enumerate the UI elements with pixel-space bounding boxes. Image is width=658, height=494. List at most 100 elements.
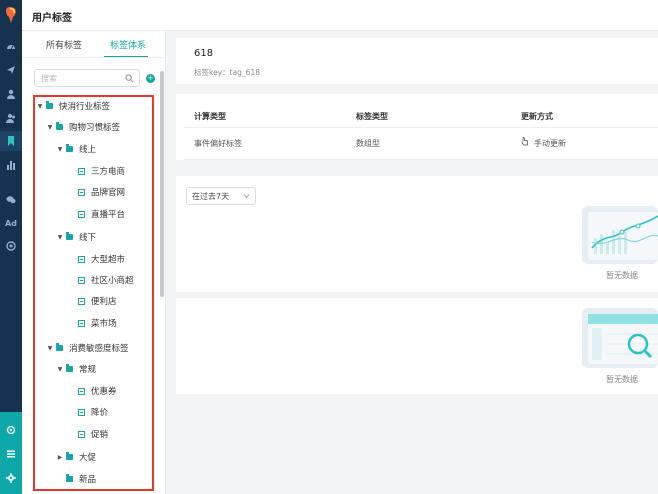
tag-icon <box>78 430 85 438</box>
folder-icon <box>66 232 73 240</box>
tree-node-folder[interactable]: ▶ 大促 <box>56 450 96 464</box>
tab-all-tags[interactable]: 所有标签 <box>46 38 82 51</box>
time-range-select[interactable]: 在过去7天 <box>186 187 256 205</box>
table-cell: 手动更新 <box>534 139 566 148</box>
tree-node-label: 新品 <box>79 475 97 485</box>
tree-node-label: 直播平台 <box>91 210 126 220</box>
gear-icon[interactable] <box>0 468 22 488</box>
tag-icon <box>78 188 85 196</box>
search-icon[interactable] <box>125 74 134 83</box>
rail-bottom-section <box>0 412 22 494</box>
tree-node-folder[interactable]: ▼ 线下 <box>56 230 96 244</box>
user-icon[interactable] <box>0 84 22 104</box>
folder-icon <box>66 452 73 460</box>
menu-icon[interactable] <box>0 444 22 464</box>
tree-scrollbar[interactable] <box>160 71 164 297</box>
table-cell: 事件偏好标签 <box>194 139 242 148</box>
logo-icon[interactable] <box>4 6 18 24</box>
expand-caret-icon[interactable]: ▼ <box>46 124 54 131</box>
tree-node-tag[interactable]: 直播平台 <box>76 207 125 221</box>
tree-node-label: 优惠券 <box>91 387 117 397</box>
tag-search-box[interactable] <box>34 69 140 87</box>
tag-key: 标签key：tag_618 <box>194 68 260 77</box>
tag-name: 618 <box>194 48 214 59</box>
tree-node-tag[interactable]: 品牌官网 <box>76 185 125 199</box>
trend-chart-card: 在过去7天 暂无数据 <box>176 176 658 292</box>
tag-icon <box>78 210 85 218</box>
table-cell: 数组型 <box>356 139 380 148</box>
tag-tree-panel: 所有标签 标签体系 + ▼ 快消行业标签 ▼ 购物习惯标签 ▼ <box>22 31 166 494</box>
folder-icon <box>56 122 63 130</box>
tree-node-label: 常规 <box>79 365 97 375</box>
tree-node-tag[interactable]: 降价 <box>76 405 108 419</box>
tree-node-folder[interactable]: ▼ 线上 <box>56 142 96 156</box>
folder-icon <box>66 474 73 482</box>
tree-node-tag[interactable]: 三方电商 <box>76 164 125 178</box>
tree-node-folder[interactable]: ▼ 购物习惯标签 <box>46 120 120 134</box>
expand-caret-icon[interactable]: ▼ <box>36 103 44 110</box>
bookmark-icon[interactable] <box>0 131 22 151</box>
tag-icon <box>78 167 85 175</box>
tree-node-label: 快消行业标签 <box>59 102 111 112</box>
table-divider <box>184 159 658 160</box>
tag-info-card: 618 标签key：tag_618 <box>176 38 658 84</box>
tabs-divider <box>22 57 166 58</box>
tree-node-folder[interactable]: ▼ 快消行业标签 <box>36 99 110 113</box>
send-icon[interactable] <box>0 60 22 80</box>
tree-node-tag[interactable]: 便利店 <box>76 294 117 308</box>
folder-icon <box>66 364 73 372</box>
tree-node-folder[interactable]: ▼ 消费敏感度标签 <box>46 341 129 355</box>
tree-node-folder[interactable]: ▼ 常规 <box>56 362 96 376</box>
tag-icon <box>78 408 85 416</box>
page-title: 用户标签 <box>32 13 72 24</box>
time-range-value: 在过去7天 <box>192 192 230 201</box>
ad-icon[interactable]: Ad <box>0 213 22 233</box>
tree-node-label: 大型超市 <box>91 255 126 265</box>
tag-icon <box>78 387 85 395</box>
hand-icon <box>521 137 528 146</box>
expand-caret-icon[interactable]: ▼ <box>56 146 64 153</box>
tree-node-tag[interactable]: 促销 <box>76 427 108 441</box>
panel-tabs: 所有标签 标签体系 <box>22 31 166 58</box>
tree-node-label: 大促 <box>79 453 97 463</box>
dashboard-icon[interactable] <box>0 37 22 57</box>
settings-cog-icon[interactable] <box>0 420 22 440</box>
users-icon[interactable] <box>0 108 22 128</box>
column-header: 更新方式 <box>521 112 553 121</box>
tree-node-folder[interactable]: 新品 <box>64 472 96 486</box>
bar-chart-icon[interactable] <box>0 155 22 175</box>
expand-caret-icon[interactable]: ▼ <box>56 366 64 373</box>
tree-node-tag[interactable]: 优惠券 <box>76 384 117 398</box>
folder-icon <box>56 343 63 351</box>
tree-node-tag[interactable]: 大型超市 <box>76 252 125 266</box>
collapse-caret-icon[interactable]: ▶ <box>56 454 64 461</box>
tree-node-label: 便利店 <box>91 297 117 307</box>
tree-node-tag[interactable]: 社区小商超 <box>76 273 134 287</box>
nav-rail: Ad <box>0 0 22 494</box>
tag-icon <box>78 276 85 284</box>
empty-chart-illustration <box>582 206 658 264</box>
expand-caret-icon[interactable]: ▼ <box>56 234 64 241</box>
tree-node-label: 线上 <box>79 145 97 155</box>
tag-attributes-table: 计算类型 标签类型 更新方式 事件偏好标签 数组型 手动更新 <box>176 94 658 160</box>
chat-icon[interactable] <box>0 190 22 210</box>
target-icon[interactable] <box>0 236 22 256</box>
empty-table-illustration <box>582 308 658 368</box>
tree-node-label: 三方电商 <box>91 167 126 177</box>
tree-node-label: 购物习惯标签 <box>69 123 121 133</box>
tab-tag-system[interactable]: 标签体系 <box>110 38 146 51</box>
tree-node-label: 社区小商超 <box>91 276 134 286</box>
top-header: 用户标签 <box>22 0 658 31</box>
app-root: Ad 用户标签 所有标签 标签体系 搜索 + ▼ 快消行业标签 ▼ 购物习惯标签… <box>0 0 658 494</box>
add-tag-button[interactable]: + <box>146 74 155 83</box>
tree-node-label: 菜市场 <box>91 319 117 329</box>
tree-node-tag[interactable]: 菜市场 <box>76 316 117 330</box>
search-input[interactable] <box>41 72 121 84</box>
tree-node-label: 消费敏感度标签 <box>69 344 129 354</box>
empty-chart-text: 暂无数据 <box>606 271 638 280</box>
folder-icon <box>46 101 53 109</box>
empty-table-text: 暂无数据 <box>606 375 638 384</box>
column-header: 计算类型 <box>194 112 226 121</box>
ad-label: Ad <box>5 218 17 228</box>
expand-caret-icon[interactable]: ▼ <box>46 345 54 352</box>
